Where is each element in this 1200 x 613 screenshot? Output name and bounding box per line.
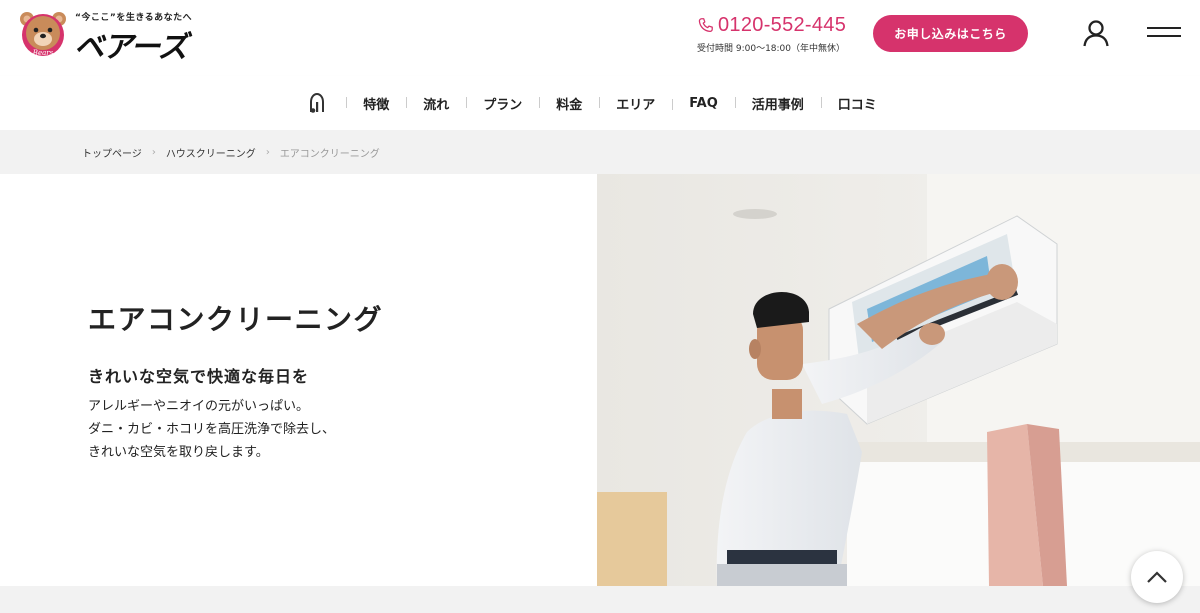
nav-item-area[interactable]: エリア (599, 94, 672, 113)
logo-badge-text: Bears (32, 49, 54, 57)
hero-subtitle: きれいな空気で快適な毎日を (88, 367, 310, 386)
site-header: Bears “今ここ”を生きるあなたへ ベアーズ 0120-552-445 受付… (0, 0, 1200, 76)
menu-bar (1147, 35, 1181, 37)
bears-logo[interactable]: Bears “今ここ”を生きるあなたへ ベアーズ (18, 10, 198, 65)
nav-home-link[interactable] (306, 92, 328, 114)
nav-item-faq[interactable]: FAQ (672, 96, 735, 111)
phone-number-row[interactable]: 0120-552-445 (697, 14, 846, 37)
apply-button[interactable]: お申し込みはこちら (873, 15, 1028, 52)
bear-mascot-icon: Bears (20, 12, 66, 57)
hero-description-line: アレルギーやニオイの元がいっぱい。 (88, 399, 310, 414)
home-icon (310, 92, 325, 113)
breadcrumb-current: エアコンクリーニング (279, 148, 380, 160)
hero-description-line: きれいな空気を取り戻します。 (88, 445, 269, 460)
hero-description-line: ダニ・カビ・ホコリを高圧洗浄で除去し、 (88, 422, 336, 437)
page-title: エアコンクリーニング (88, 303, 384, 336)
user-icon[interactable] (1083, 20, 1109, 47)
hero-photo-aircon-technician (597, 174, 1200, 586)
scroll-to-top-button[interactable] (1131, 551, 1183, 603)
logo-wordmark: ベアーズ (74, 30, 188, 65)
hero-section: エアコンクリーニング きれいな空気で快適な毎日を アレルギーやニオイの元がいっぱ… (0, 174, 1200, 586)
breadcrumb-chevron-icon: › (151, 146, 156, 158)
technician-cleaning-aircon-illustration (597, 174, 1200, 586)
phone-icon (698, 18, 713, 33)
menu-bar (1147, 27, 1181, 29)
hero-description: アレルギーやニオイの元がいっぱい。 ダニ・カビ・ホコリを高圧洗浄で除去し、 きれ… (88, 395, 335, 464)
breadcrumb-link-house-cleaning[interactable]: ハウスクリーニング (166, 145, 256, 160)
breadcrumb-chevron-icon: › (265, 146, 270, 158)
nav-item-cases[interactable]: 活用事例 (734, 94, 821, 113)
nav-item-reviews[interactable]: 口コミ (820, 94, 894, 113)
breadcrumb: トップページ › ハウスクリーニング › エアコンクリーニング (0, 130, 1200, 174)
nav-item-price[interactable]: 料金 (539, 94, 599, 113)
section-divider-band (0, 586, 1200, 613)
breadcrumb-link-top[interactable]: トップページ (82, 145, 142, 160)
nav-item-features[interactable]: 特徴 (346, 94, 406, 113)
nav-item-flow[interactable]: 流れ (406, 94, 466, 113)
phone-hours: 受付時間 9:00〜18:00（年中無休） (697, 44, 846, 54)
phone-contact[interactable]: 0120-552-445 受付時間 9:00〜18:00（年中無休） (697, 14, 846, 54)
chevron-up-icon (1147, 571, 1167, 583)
global-nav: 特徴 流れ プラン 料金 エリア FAQ 活用事例 口コミ (0, 76, 1200, 130)
hamburger-menu-icon[interactable] (1147, 27, 1183, 41)
nav-item-plan[interactable]: プラン (466, 94, 539, 113)
phone-number[interactable]: 0120-552-445 (718, 14, 846, 37)
